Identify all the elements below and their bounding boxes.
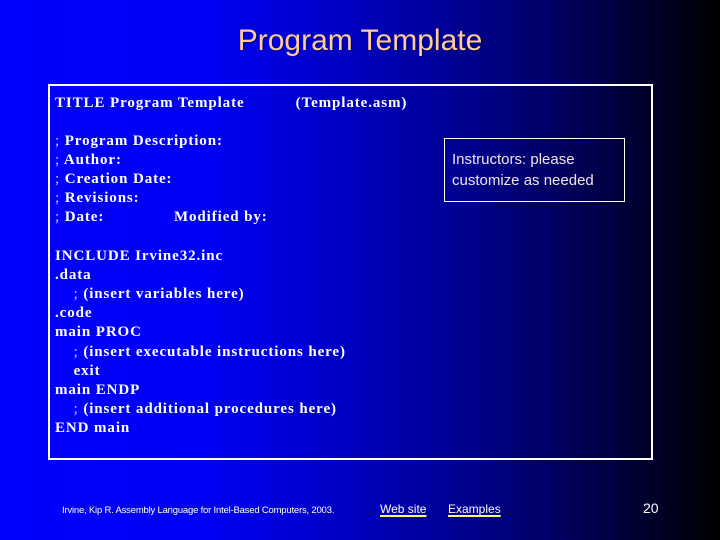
code-line: ; (insert additional procedures here): [55, 401, 337, 417]
note-line: Instructors: please: [452, 151, 575, 168]
examples-link[interactable]: Examples: [448, 502, 501, 516]
code-line: ; Date: Modified by:: [55, 209, 268, 225]
code-line: ; Program Description:: [55, 133, 223, 149]
code-line: main PROC: [55, 324, 142, 340]
footer-citation: Irvine, Kip R. Assembly Language for Int…: [62, 505, 335, 516]
code-line: ; (insert variables here): [55, 286, 245, 302]
note-line: customize as needed: [452, 172, 594, 189]
code-line: main ENDP: [55, 382, 141, 398]
code-line: ; Author:: [55, 152, 122, 168]
code-line: exit: [55, 363, 101, 379]
web-site-link[interactable]: Web site: [380, 502, 426, 516]
code-line: .data: [55, 267, 92, 283]
slide-title: Program Template: [237, 24, 483, 57]
instructor-note: Instructors: please customize as needed: [444, 138, 625, 202]
code-line: END main: [55, 420, 131, 436]
code-line: .code: [55, 305, 93, 321]
code-line: ; Creation Date:: [55, 171, 173, 187]
code-line: ; (insert executable instructions here): [55, 344, 346, 360]
code-line: INCLUDE Irvine32.inc: [55, 248, 224, 264]
code-line: TITLE Program Template (Template.asm): [55, 95, 408, 111]
code-line: ; Revisions:: [55, 190, 140, 206]
page-number: 20: [643, 500, 659, 516]
